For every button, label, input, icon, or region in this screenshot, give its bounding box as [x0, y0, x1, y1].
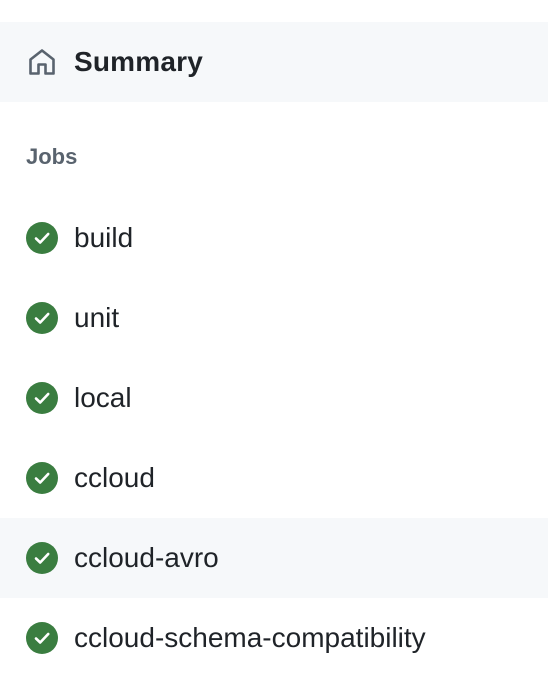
job-item-unit[interactable]: unit — [0, 278, 548, 358]
summary-link[interactable]: Summary — [0, 22, 548, 102]
job-label: ccloud-schema-compatibility — [74, 622, 426, 653]
job-item-ccloud-avro[interactable]: ccloud-avro — [0, 518, 548, 598]
job-label: ccloud-avro — [74, 542, 219, 573]
job-label: unit — [74, 302, 120, 333]
job-label: local — [74, 382, 132, 413]
job-label: ccloud — [74, 462, 155, 493]
summary-label: Summary — [74, 46, 204, 77]
job-label: build — [74, 222, 134, 253]
job-item-build[interactable]: build — [0, 198, 548, 278]
check-circle-icon — [26, 222, 58, 254]
check-circle-icon — [26, 542, 58, 574]
check-circle-icon — [26, 462, 58, 494]
home-icon — [29, 49, 55, 75]
check-circle-icon — [26, 302, 58, 334]
job-item-local[interactable]: local — [0, 358, 548, 438]
check-circle-icon — [26, 382, 58, 414]
check-circle-icon — [26, 622, 58, 654]
jobs-heading: Jobs — [26, 144, 78, 169]
job-item-ccloud-schema-compatibility[interactable]: ccloud-schema-compatibility — [0, 598, 548, 678]
job-item-ccloud[interactable]: ccloud — [0, 438, 548, 518]
